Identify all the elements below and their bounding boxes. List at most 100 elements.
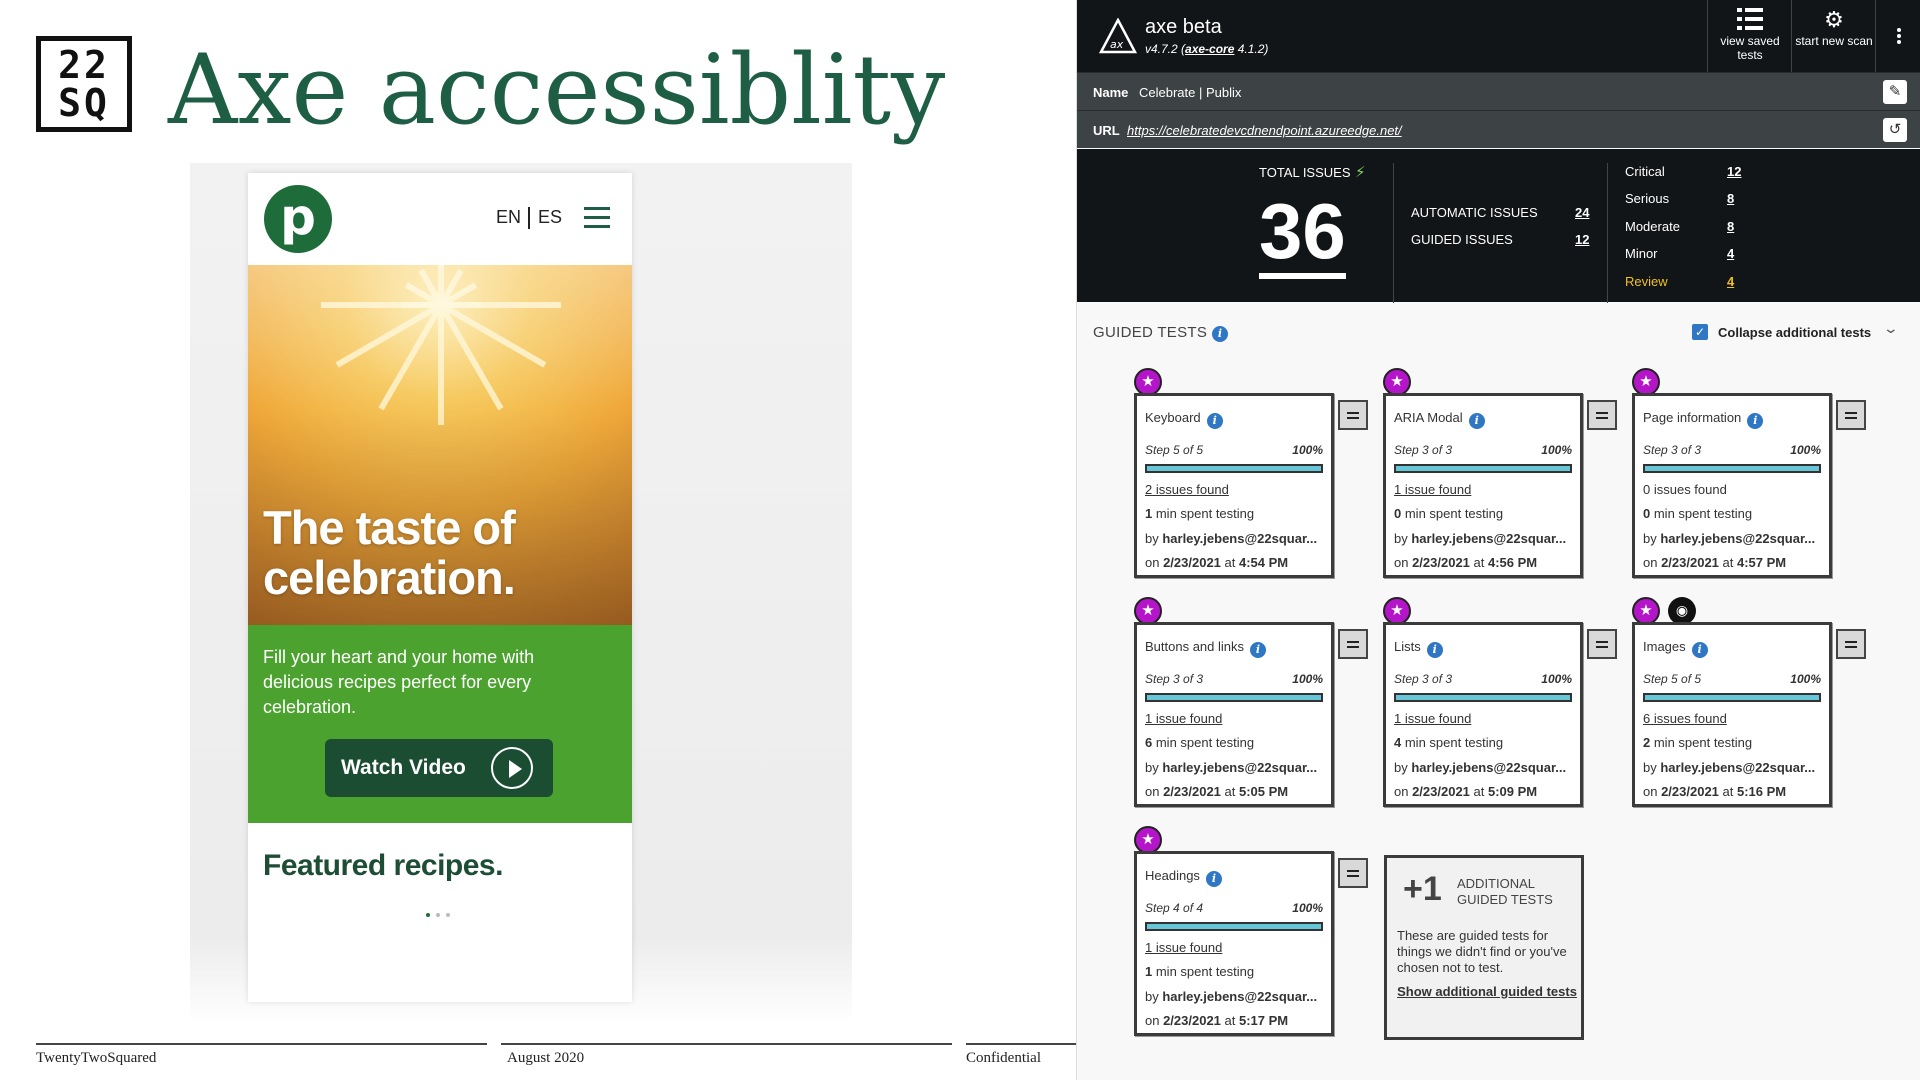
guided-test-card[interactable]: Page information i Step 3 of 3 100% 0 issues… bbox=[1632, 393, 1832, 578]
info-icon[interactable]: i bbox=[1250, 642, 1267, 658]
guided-test-card[interactable]: Headings i Step 4 of 4 100% 1 issue found 1 m… bbox=[1134, 851, 1334, 1036]
list-icon bbox=[1737, 8, 1763, 30]
menu-icon[interactable] bbox=[1836, 400, 1866, 430]
info-icon[interactable]: i bbox=[1426, 642, 1443, 658]
test-url-row: URL https://celebratedevcdnendpoint.azur… bbox=[1077, 110, 1920, 148]
refresh-icon[interactable]: ↺ bbox=[1883, 118, 1907, 142]
total-issues-count[interactable]: 36 bbox=[1259, 191, 1346, 279]
footer-rule bbox=[501, 1043, 952, 1045]
card-by-prefix: by bbox=[1145, 531, 1163, 546]
severity-review-count[interactable]: 4 bbox=[1727, 274, 1734, 289]
guided-test-card-wrap: ★ Keyboard i Step 5 of 5 100% 2 issues found 1… bbox=[1076, 368, 1368, 583]
card-issues-link[interactable]: 1 issue found bbox=[1394, 482, 1471, 497]
carousel-dots[interactable] bbox=[426, 913, 450, 917]
card-step: Step 4 of 4 bbox=[1145, 901, 1204, 915]
card-time-spent: 6 min spent testing bbox=[1145, 735, 1323, 750]
view-saved-tests-button[interactable]: view saved tests bbox=[1707, 0, 1791, 72]
hero-image: The taste of celebration. bbox=[248, 265, 632, 625]
card-progress-bar bbox=[1145, 693, 1323, 702]
card-time-spent: 1 min spent testing bbox=[1145, 964, 1323, 979]
info-icon[interactable]: i bbox=[1468, 413, 1485, 429]
card-date-value: 2/23/2021 bbox=[1661, 784, 1719, 799]
chevron-down-icon[interactable]: ⌄ bbox=[1883, 320, 1899, 337]
hamburger-menu-icon[interactable] bbox=[584, 207, 610, 229]
eye-icon: ◉ bbox=[1668, 597, 1696, 625]
more-options-icon[interactable] bbox=[1875, 0, 1920, 72]
card-percent: 100% bbox=[1292, 672, 1323, 686]
watch-video-button[interactable]: Watch Video bbox=[325, 739, 553, 797]
gear-icon: ⚙ bbox=[1824, 7, 1844, 32]
guided-test-card[interactable]: Images i Step 5 of 5 100% 6 issues found 2 mi… bbox=[1632, 622, 1832, 807]
star-icon: ★ bbox=[1383, 368, 1411, 396]
star-icon: ★ bbox=[1134, 368, 1162, 396]
card-date: on 2/23/2021 at 5:17 PM bbox=[1145, 1013, 1323, 1028]
card-on-prefix: on bbox=[1145, 555, 1164, 570]
info-icon[interactable]: i bbox=[1691, 642, 1708, 658]
card-at-text: at bbox=[1220, 784, 1239, 799]
additional-label-line2: GUIDED TESTS bbox=[1457, 892, 1553, 907]
card-issues-link[interactable]: 1 issue found bbox=[1394, 711, 1471, 726]
lang-es-link[interactable]: ES bbox=[538, 207, 562, 228]
url-link[interactable]: https://celebratedevcdnendpoint.azureedg… bbox=[1127, 123, 1402, 138]
guided-tests-heading: GUIDED TESTS bbox=[1093, 324, 1208, 341]
edit-icon[interactable]: ✎ bbox=[1883, 80, 1907, 104]
axe-core-link[interactable]: axe-core bbox=[1185, 42, 1234, 56]
card-minutes-text: min spent testing bbox=[1152, 735, 1255, 750]
card-title: Lists i bbox=[1394, 639, 1443, 658]
collapse-additional-checkbox[interactable]: ✓ bbox=[1692, 324, 1708, 340]
card-tester-email: harley.jebens@22squar... bbox=[1162, 531, 1318, 546]
summary-divider bbox=[1607, 163, 1608, 303]
card-progress-bar bbox=[1394, 464, 1572, 473]
guided-tests-info-icon[interactable]: i bbox=[1212, 324, 1228, 342]
menu-icon[interactable] bbox=[1836, 629, 1866, 659]
card-date: on 2/23/2021 at 5:09 PM bbox=[1394, 784, 1572, 799]
card-issues-link[interactable]: 1 issue found bbox=[1145, 940, 1222, 955]
card-issues-link[interactable]: 2 issues found bbox=[1145, 482, 1229, 497]
card-issues-link[interactable]: 6 issues found bbox=[1643, 711, 1727, 726]
guided-test-card[interactable]: Buttons and links i Step 3 of 3 100% 1 issue… bbox=[1134, 622, 1334, 807]
card-minutes-text: min spent testing bbox=[1650, 735, 1753, 750]
severity-serious-count[interactable]: 8 bbox=[1727, 191, 1734, 206]
guided-issues-count[interactable]: 12 bbox=[1575, 232, 1589, 247]
carousel-dot[interactable] bbox=[446, 913, 450, 917]
guided-test-card[interactable]: Keyboard i Step 5 of 5 100% 2 issues found 1 … bbox=[1134, 393, 1334, 578]
publix-logo-letter: p bbox=[280, 188, 316, 246]
card-step: Step 3 of 3 bbox=[1643, 443, 1702, 457]
carousel-dot[interactable] bbox=[426, 913, 430, 917]
card-issues-link[interactable]: 1 issue found bbox=[1145, 711, 1222, 726]
star-icon: ★ bbox=[1134, 826, 1162, 854]
card-title: Headings i bbox=[1145, 868, 1222, 887]
lang-en-link[interactable]: EN bbox=[496, 207, 521, 228]
card-percent: 100% bbox=[1541, 672, 1572, 686]
severity-moderate-count[interactable]: 8 bbox=[1727, 219, 1734, 234]
info-icon[interactable]: i bbox=[1747, 413, 1764, 429]
card-progress-bar bbox=[1145, 464, 1323, 473]
footer-confidential: Confidential bbox=[966, 1050, 1041, 1066]
star-icon: ★ bbox=[1632, 597, 1660, 625]
card-time-spent: 2 min spent testing bbox=[1643, 735, 1821, 750]
card-step: Step 5 of 5 bbox=[1643, 672, 1702, 686]
card-progress-bar bbox=[1643, 693, 1821, 702]
hero-promo-panel: Fill your heart and your home with delic… bbox=[248, 625, 632, 823]
info-icon[interactable]: i bbox=[1205, 871, 1222, 887]
show-additional-tests-link[interactable]: Show additional guided tests bbox=[1397, 984, 1577, 1000]
guided-test-card[interactable]: ARIA Modal i Step 3 of 3 100% 1 issue found 0… bbox=[1383, 393, 1583, 578]
publix-logo[interactable]: p bbox=[264, 185, 332, 253]
card-time-value: 5:16 PM bbox=[1737, 784, 1787, 799]
logo-bottom-text: SQ bbox=[58, 81, 110, 125]
automatic-issues-count[interactable]: 24 bbox=[1575, 205, 1589, 220]
card-tester: by harley.jebens@22squar... bbox=[1145, 531, 1323, 546]
total-issues-label: TOTAL ISSUES bbox=[1259, 165, 1351, 180]
severity-critical-count[interactable]: 12 bbox=[1727, 164, 1741, 179]
card-percent: 100% bbox=[1790, 672, 1821, 686]
severity-minor-count[interactable]: 4 bbox=[1727, 246, 1734, 261]
menu-icon[interactable] bbox=[1338, 858, 1368, 888]
card-tester-email: harley.jebens@22squar... bbox=[1162, 760, 1318, 775]
info-icon[interactable]: i bbox=[1206, 413, 1223, 429]
footer-company: TwentyTwoSquared bbox=[36, 1050, 157, 1066]
guided-test-card[interactable]: Lists i Step 3 of 3 100% 1 issue found 4 min … bbox=[1383, 622, 1583, 807]
carousel-dot[interactable] bbox=[436, 913, 440, 917]
axe-toolbar: ax axe beta v4.7.2 (axe-core 4.1.2) view… bbox=[1077, 0, 1920, 72]
severity-critical-label: Critical bbox=[1625, 164, 1665, 179]
start-new-scan-button[interactable]: ⚙ start new scan bbox=[1791, 0, 1875, 72]
